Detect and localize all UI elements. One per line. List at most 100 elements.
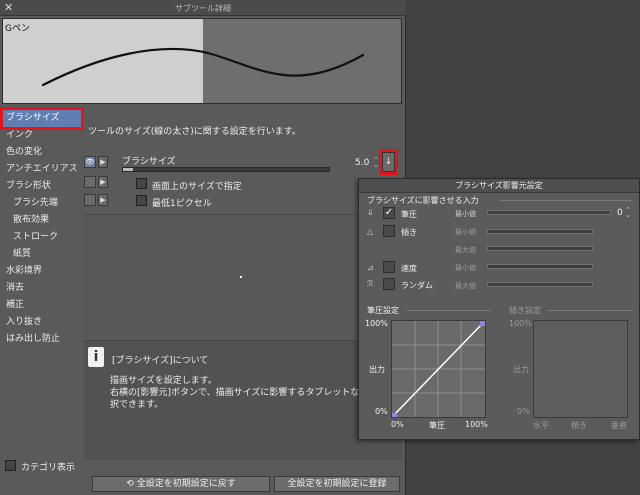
category-color-change[interactable]: 色の変化 [3,144,81,161]
pressure-graph-x-mid: 筆圧 [429,421,445,430]
category-taper[interactable]: 入り抜き [3,314,81,331]
info-title: [ブラシサイズ]について [112,356,209,366]
tilt-min-label: 最小値 [455,228,476,236]
expand-arrow-icon[interactable]: ▶ [98,194,108,206]
pressure-checkbox[interactable]: ✓ [383,207,395,219]
tilt-max-slider[interactable] [487,246,593,251]
tilt-min-slider[interactable] [487,229,593,234]
brush-size-slider[interactable] [122,167,330,172]
reset-all-label: 全設定を初期設定に戻す [136,479,236,489]
brush-size-label: ブラシサイズ [122,157,176,167]
divider [407,310,491,311]
tilt-checkbox[interactable] [383,225,395,237]
info-line: 択できます。 [110,400,164,410]
pressure-graph-y-top: 100% [365,319,388,328]
register-all-label: 全設定を初期設定に登録 [287,479,387,489]
random-icon: ℛ [367,279,374,288]
category-overflow[interactable]: はみ出し防止 [3,331,81,348]
tilt-label: 傾き [401,228,417,237]
bottom-bar: カテゴリ表示 ⟲ 全設定を初期設定に戻す 全設定を初期設定に登録 [0,456,406,495]
info-line: 右横の[影響元]ボタンで、描画サイズに影響するタブレットなどの [110,388,378,398]
category-display-label: カテゴリ表示 [21,463,76,473]
pressure-graph-y-mid: 出力 [369,365,385,374]
velocity-min-label: 最小値 [455,264,476,272]
eye-icon[interactable]: 👁 [84,156,96,168]
category-ink[interactable]: インク [3,127,81,144]
tilt-graph-y-top: 100% [509,319,532,328]
tilt-curve-graph [533,320,628,418]
pressure-curve-graph[interactable] [391,320,486,418]
window-title: サブツール詳細 [175,4,231,13]
command-bar-toggle[interactable] [84,176,96,188]
tilt-icon: △ [367,227,374,236]
tilt-graph-x-left: 水平 [533,421,549,430]
velocity-checkbox[interactable] [383,261,395,273]
stroke-preview [41,47,365,87]
tilt-graph-x-mid: 傾き [571,421,587,430]
category-antialias[interactable]: アンチエイリアス [3,161,81,178]
category-paper[interactable]: 紙質 [3,246,81,263]
pressure-min-slider[interactable] [487,210,611,215]
spin-icon[interactable]: ⌃ ⌄ [373,157,379,169]
info-line: 描画サイズを設定します。 [110,376,217,386]
expand-arrow-icon[interactable]: ▶ [98,176,108,188]
category-description: ツールのサイズ(線の太さ)に関する設定を行います。 [88,127,301,137]
tilt-max-label: 最大値 [455,246,476,254]
tilt-graph-y-bottom: 0% [517,407,530,416]
spin-icon[interactable]: ⌃ ⌄ [625,207,631,219]
random-label: ランダム [401,281,433,290]
option-label-min-pixel: 最低1ピクセル [152,199,212,209]
brush-size-value[interactable]: 5.0 [355,158,369,168]
category-spray[interactable]: 散布効果 [3,212,81,229]
input-section-title: ブラシサイズに影響させる入力 [367,196,479,205]
pressure-min-label: 最小値 [455,210,476,218]
effect-source-popup: ブラシサイズ影響元設定 ブラシサイズに影響させる入力 ⇓ ✓ 筆圧 最小値 0 … [358,178,640,440]
subtool-detail-dialog: ✕ サブツール詳細 Gペン ブラシサイズ インク 色の変化 アンチエイリアス ブ… [0,0,406,495]
info-text: 描画サイズを設定します。 右横の[影響元]ボタンで、描画サイズに影響するタブレッ… [110,375,377,411]
velocity-label: 速度 [401,264,417,273]
velocity-max-label: 最大値 [455,282,476,290]
category-correction[interactable]: 補正 [3,297,81,314]
divider [547,310,633,311]
effect-source-button[interactable]: ↓ [379,149,398,175]
pressure-graph-x-left: 0% [391,420,404,429]
tilt-graph-x-right: 垂直 [611,421,627,430]
settings-pane: ツールのサイズ(線の太さ)に関する設定を行います。 👁 ▶ ▶ ▶ ブラシサイズ… [84,108,402,470]
reset-icon: ⟲ [126,479,137,489]
reset-all-button[interactable]: ⟲ 全設定を初期設定に戻す [92,476,270,492]
pen-pressure-icon: ↓ [384,157,393,167]
tilt-settings-title: 傾き設定 [509,306,541,315]
category-watercolor-edge[interactable]: 水彩境界 [3,263,81,280]
divider [499,200,633,201]
pressure-icon: ⇓ [367,208,374,217]
dot-marker [240,276,242,278]
category-erase[interactable]: 消去 [3,280,81,297]
brush-size-fill [123,168,134,171]
register-all-button[interactable]: 全設定を初期設定に登録 [274,476,400,492]
option-label-screen-size: 画面上のサイズで指定 [152,182,242,192]
category-stroke[interactable]: ストローク [3,229,81,246]
info-box: i [ブラシサイズ]について 描画サイズを設定します。 右横の[影響元]ボタンで… [84,340,402,460]
random-checkbox[interactable] [383,278,395,290]
pressure-curve [392,321,485,418]
category-brush-shape[interactable]: ブラシ形状 [3,178,81,195]
velocity-max-slider[interactable] [487,282,593,287]
category-brush-size[interactable]: ブラシサイズ [0,107,84,130]
popup-title: ブラシサイズ影響元設定 [359,179,639,193]
pressure-graph-y-bottom: 0% [375,407,388,416]
pressure-label: 筆圧 [401,210,417,219]
info-icon: i [88,347,104,367]
brush-name: Gペン [5,24,30,34]
category-display-checkbox[interactable] [5,460,16,471]
expand-arrow-icon[interactable]: ▶ [98,156,108,168]
velocity-min-slider[interactable] [487,264,593,269]
option-checkbox-screen-size[interactable] [136,178,147,189]
category-brush-tip[interactable]: ブラシ先端 [3,195,81,212]
option-checkbox-min-pixel[interactable] [136,195,147,206]
pressure-min-value[interactable]: 0 [617,208,623,218]
title-bar: ✕ サブツール詳細 [0,0,406,16]
tilt-graph-y-mid: 出力 [513,365,529,374]
pressure-graph-x-right: 100% [465,420,488,429]
command-bar-toggle[interactable] [84,194,96,206]
velocity-icon: ⊿ [367,263,374,272]
